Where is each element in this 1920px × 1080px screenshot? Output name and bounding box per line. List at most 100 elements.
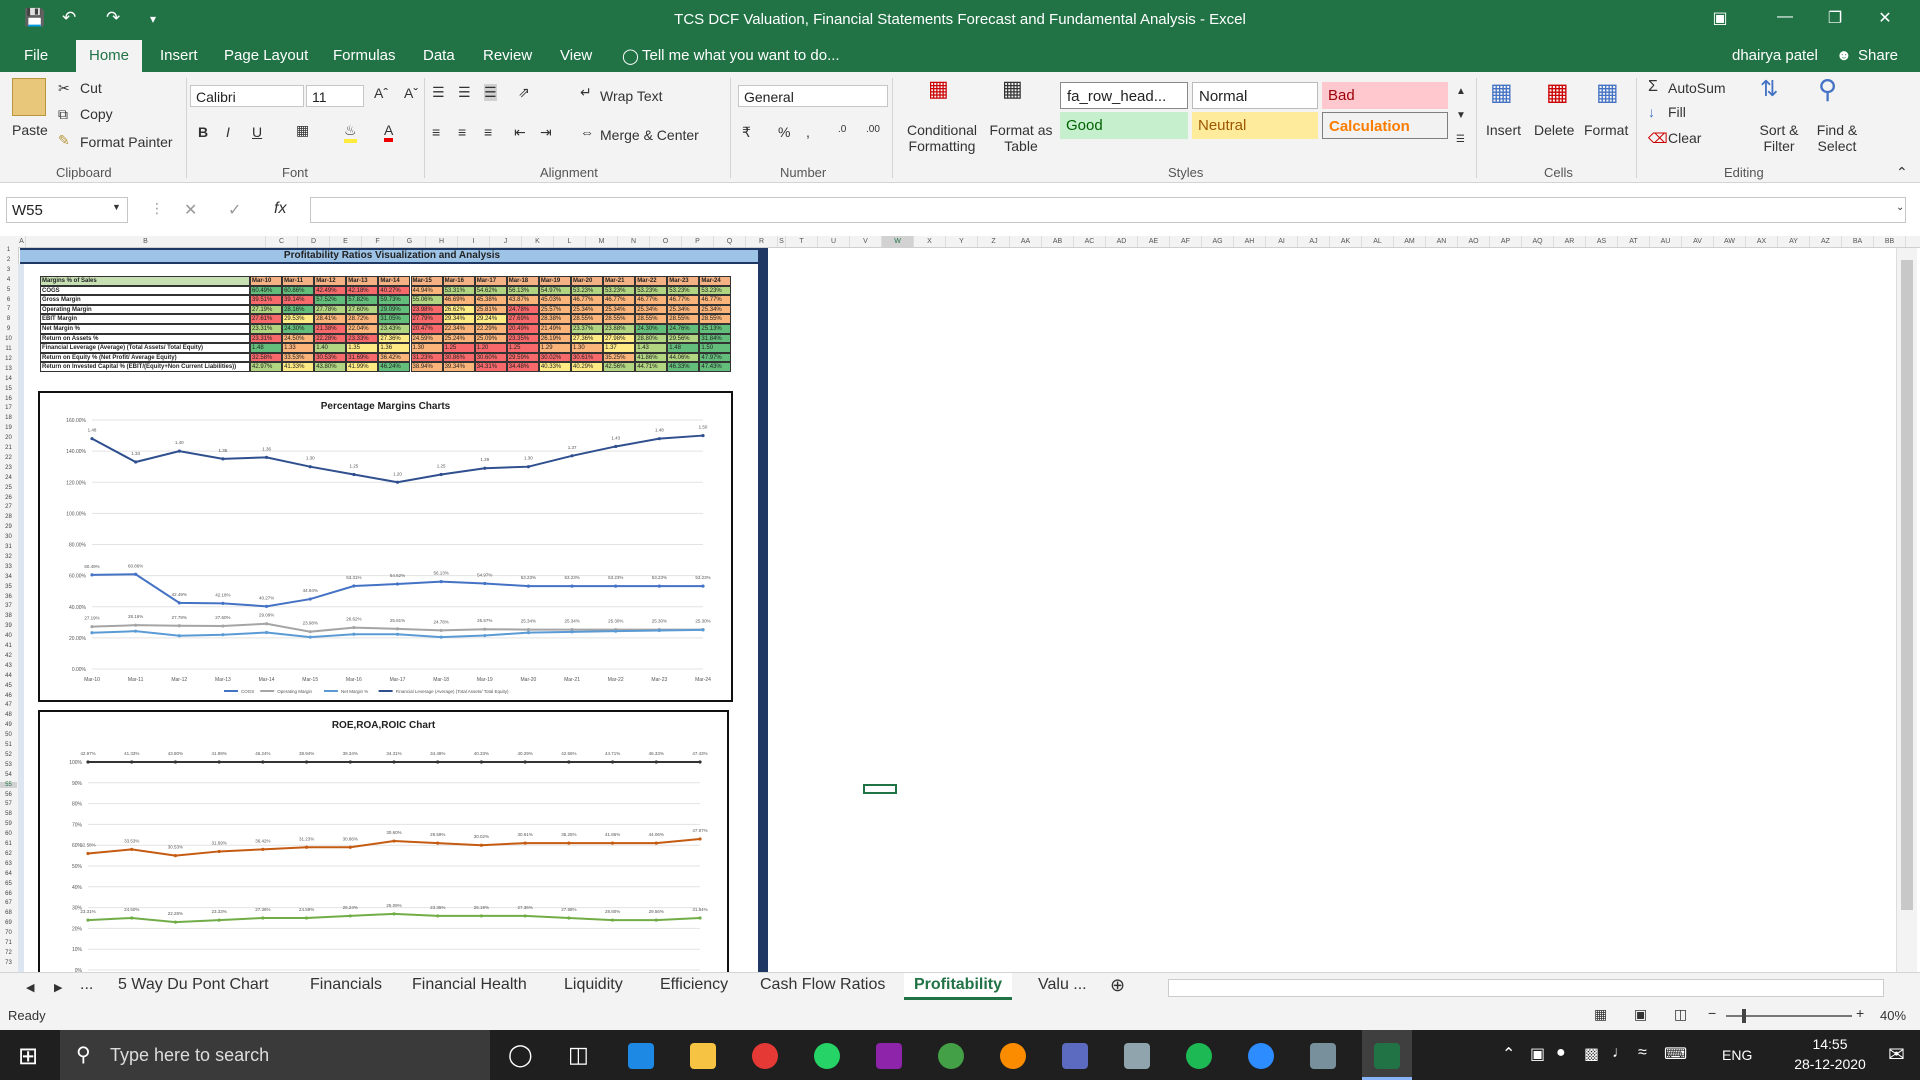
row-header[interactable]: 46 bbox=[0, 693, 17, 699]
table-cell[interactable]: 53.23% bbox=[635, 285, 668, 296]
table-cell[interactable]: 1.37 bbox=[603, 343, 636, 353]
row-header[interactable]: 55 bbox=[0, 781, 17, 788]
column-header[interactable]: I bbox=[458, 236, 490, 247]
notifications-icon[interactable]: ✉ bbox=[1888, 1042, 1905, 1067]
table-cell[interactable]: 39.51% bbox=[250, 295, 283, 305]
align-top-icon[interactable]: ☰ bbox=[432, 84, 445, 101]
paint-icon[interactable] bbox=[876, 1043, 902, 1069]
table-cell[interactable]: 29.59% bbox=[506, 352, 539, 363]
table-cell[interactable]: 27.98% bbox=[603, 333, 636, 344]
column-header[interactable]: U bbox=[818, 236, 850, 247]
table-year-header[interactable]: Mar-12 bbox=[314, 276, 347, 286]
row-header[interactable]: 11 bbox=[0, 346, 17, 352]
table-cell[interactable]: 27.36% bbox=[571, 333, 604, 344]
cut-icon[interactable]: ✂ bbox=[58, 80, 70, 97]
style-neutral[interactable]: Neutral bbox=[1192, 112, 1318, 139]
table-row-label[interactable]: Gross Margin bbox=[40, 295, 250, 305]
horizontal-scrollbar[interactable] bbox=[1168, 979, 1884, 997]
table-cell[interactable]: 30.86% bbox=[442, 352, 475, 363]
column-header[interactable]: Y bbox=[946, 236, 978, 247]
tab-scroll-left-icon[interactable]: ◀ bbox=[26, 981, 34, 994]
table-year-header[interactable]: Mar-10 bbox=[250, 276, 283, 286]
tab-du-pont[interactable]: 5 Way Du Pont Chart bbox=[118, 976, 269, 994]
table-cell[interactable]: 41.99% bbox=[346, 362, 379, 372]
table-year-header[interactable]: Mar-14 bbox=[378, 276, 411, 286]
table-cell[interactable]: 24.59% bbox=[410, 333, 443, 344]
table-cell[interactable]: 29.34% bbox=[442, 314, 475, 324]
tab-efficiency[interactable]: Efficiency bbox=[660, 976, 728, 994]
table-cell[interactable]: 24.50% bbox=[282, 333, 315, 344]
table-cell[interactable]: 27.78% bbox=[314, 304, 347, 315]
row-header[interactable]: 34 bbox=[0, 574, 17, 580]
row-header[interactable]: 51 bbox=[0, 742, 17, 748]
decrease-indent-icon[interactable]: ⇤ bbox=[514, 124, 526, 141]
cancel-entry-icon[interactable]: ✕ bbox=[184, 200, 197, 220]
table-cell[interactable]: 24.78% bbox=[506, 304, 539, 315]
table-year-header[interactable]: Mar-17 bbox=[474, 276, 507, 286]
table-cell[interactable]: 25.34% bbox=[667, 304, 700, 315]
styles-scroll-up-icon[interactable]: ▲ bbox=[1456, 86, 1466, 97]
row-header[interactable]: 14 bbox=[0, 376, 17, 382]
table-cell[interactable]: 47.97% bbox=[699, 352, 732, 363]
table-cell[interactable]: 28.80% bbox=[635, 333, 668, 344]
table-row-label[interactable]: COGS bbox=[40, 285, 250, 296]
row-header[interactable]: 53 bbox=[0, 762, 17, 768]
column-header[interactable]: X bbox=[914, 236, 946, 247]
table-cell[interactable]: 34.48% bbox=[506, 362, 539, 372]
margins-chart[interactable]: Percentage Margins Charts 160.00% 140.00%… bbox=[38, 391, 733, 702]
table-cell[interactable]: 30.02% bbox=[538, 352, 571, 363]
volume-icon[interactable]: ♩ bbox=[1612, 1044, 1628, 1062]
column-header[interactable]: D bbox=[298, 236, 330, 247]
table-cell[interactable]: 25.13% bbox=[699, 324, 732, 334]
row-header[interactable]: 61 bbox=[0, 841, 17, 847]
row-header[interactable]: 69 bbox=[0, 920, 17, 926]
row-header[interactable]: 7 bbox=[0, 306, 17, 312]
show-hidden-icons[interactable]: ⌃ bbox=[1502, 1044, 1515, 1064]
row-header[interactable]: 12 bbox=[0, 356, 17, 362]
row-header[interactable]: 33 bbox=[0, 564, 17, 570]
start-icon[interactable]: ⊞ bbox=[18, 1042, 38, 1071]
table-year-header[interactable]: Mar-19 bbox=[538, 276, 571, 286]
table-cell[interactable]: 44.94% bbox=[410, 285, 443, 296]
autosum-button[interactable]: AutoSum bbox=[1668, 80, 1726, 96]
table-cell[interactable]: 44.06% bbox=[667, 352, 700, 363]
bold-button[interactable]: B bbox=[198, 124, 208, 140]
table-row-label[interactable]: Financial Leverage (Average) (Total Asse… bbox=[40, 343, 250, 353]
table-cell[interactable]: 23.33% bbox=[346, 333, 379, 344]
network-icon[interactable]: ● bbox=[1556, 1044, 1566, 1062]
menu-view[interactable]: View bbox=[560, 47, 592, 64]
fill-button[interactable]: Fill bbox=[1668, 104, 1686, 120]
vertical-scroll-thumb[interactable] bbox=[1901, 260, 1913, 910]
column-header[interactable]: V bbox=[850, 236, 882, 247]
table-cell[interactable]: 23.37% bbox=[571, 324, 604, 334]
row-header[interactable]: 15 bbox=[0, 386, 17, 392]
paste-button[interactable]: Paste bbox=[12, 122, 48, 138]
table-cell[interactable]: 25.34% bbox=[699, 304, 732, 315]
table-cell[interactable]: 42.56% bbox=[603, 362, 636, 372]
column-header[interactable]: AZ bbox=[1810, 236, 1842, 247]
format-painter-button[interactable]: Format Painter bbox=[80, 134, 173, 150]
style-calculation[interactable]: Calculation bbox=[1322, 112, 1448, 139]
row-header[interactable]: 25 bbox=[0, 485, 17, 491]
table-cell[interactable]: 22.29% bbox=[474, 324, 507, 334]
column-header[interactable]: AB bbox=[1042, 236, 1074, 247]
table-cell[interactable]: 43.80% bbox=[314, 362, 347, 372]
maximize-button[interactable]: ❐ bbox=[1815, 8, 1855, 28]
normal-view-icon[interactable]: ▦ bbox=[1594, 1006, 1607, 1023]
table-cell[interactable]: 53.23% bbox=[667, 285, 700, 296]
row-header[interactable]: 36 bbox=[0, 594, 17, 600]
table-cell[interactable]: 1.30 bbox=[571, 343, 604, 353]
table-cell[interactable]: 28.72% bbox=[346, 314, 379, 324]
table-cell[interactable]: 34.31% bbox=[474, 362, 507, 372]
table-cell[interactable]: 59.73% bbox=[378, 295, 411, 305]
row-header[interactable]: 4 bbox=[0, 277, 17, 283]
page-break-view-icon[interactable]: ◫ bbox=[1674, 1006, 1687, 1023]
table-cell[interactable]: 1.25 bbox=[442, 343, 475, 353]
zoom-out-icon[interactable]: − bbox=[1708, 1005, 1716, 1021]
percent-icon[interactable]: % bbox=[778, 124, 790, 140]
table-cell[interactable]: 55.06% bbox=[410, 295, 443, 305]
column-header[interactable]: AU bbox=[1650, 236, 1682, 247]
table-cell[interactable]: 44.71% bbox=[635, 362, 668, 372]
table-year-header[interactable]: Mar-22 bbox=[635, 276, 668, 286]
table-cell[interactable]: 25.57% bbox=[538, 304, 571, 315]
